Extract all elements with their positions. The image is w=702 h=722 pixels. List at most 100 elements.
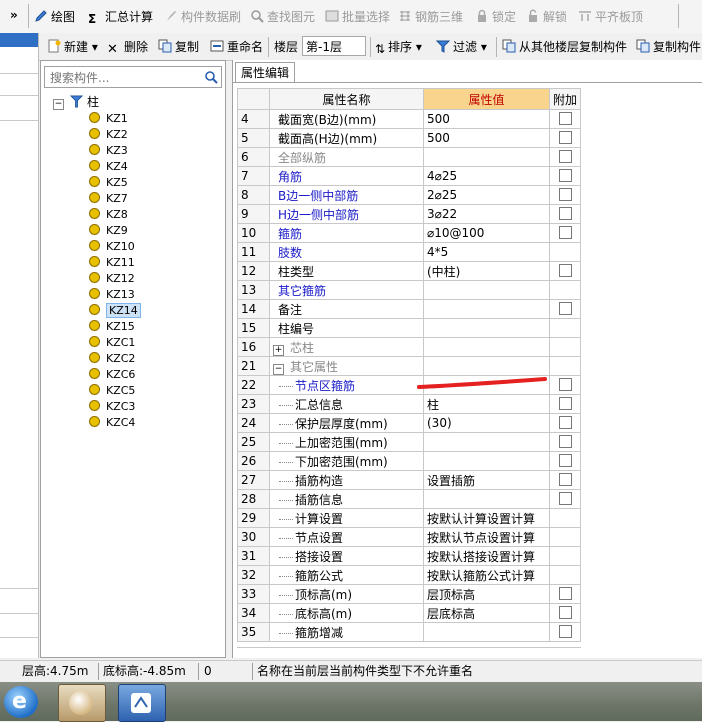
property-value-cell[interactable]: 2⌀25 [423,185,550,205]
extra-checkbox[interactable] [558,226,572,239]
property-value-cell[interactable] [423,337,550,357]
extra-checkbox[interactable] [558,264,572,277]
extra-checkbox[interactable] [558,150,572,163]
property-value-cell[interactable]: (30) [423,413,550,433]
lock-button[interactable]: 锁定 [475,8,516,26]
draw-button[interactable]: 绘图 [34,8,75,26]
copy-component-button[interactable]: 复制构件 [636,38,701,56]
property-row[interactable]: 13 其它箍筋 [237,280,582,300]
delete-button[interactable]: ✕ 删除 [107,38,148,57]
property-value-cell[interactable] [423,356,550,376]
property-row[interactable]: 8 B边一侧中部筋 2⌀25 [237,185,582,205]
property-value-cell[interactable]: 4*5 [423,242,550,262]
tree-item[interactable]: KZ5 [89,175,128,190]
property-row[interactable]: 30 节点设置 按默认节点设置计算 [237,527,582,547]
extra-checkbox[interactable] [558,302,572,315]
property-row[interactable]: 29 计算设置 按默认计算设置计算 [237,508,582,528]
tree-item[interactable]: KZ3 [89,143,128,158]
extra-checkbox[interactable] [558,587,572,600]
property-value-cell[interactable]: 层顶标高 [423,584,550,604]
property-value-cell[interactable] [423,451,550,471]
property-value-cell[interactable]: 按默认计算设置计算 [423,508,550,528]
property-value-cell[interactable] [423,489,550,509]
property-row[interactable]: 34 底标高(m) 层底标高 [237,603,582,623]
property-value-cell[interactable]: 3⌀22 [423,204,550,224]
extra-checkbox[interactable] [558,207,572,220]
browser-taskbar-icon[interactable]: e [4,686,38,718]
navigation-panel-strip[interactable] [0,33,39,658]
extra-checkbox[interactable] [558,112,572,125]
tree-item[interactable]: KZC1 [89,335,135,350]
tree-item[interactable]: KZ9 [89,223,128,238]
property-row[interactable]: 16 + 芯柱 [237,337,582,357]
property-row[interactable]: 35 箍筋增减 [237,622,582,642]
tree-item[interactable]: KZ7 [89,191,128,206]
new-button[interactable]: 新建 ▾ [47,38,98,56]
rename-button[interactable]: 重命名 [210,38,263,56]
tree-root-column[interactable]: − 柱 [53,95,99,110]
tree-item[interactable]: KZC2 [89,351,135,366]
batch-select-button[interactable]: 批量选择 [325,8,390,26]
tree-item[interactable]: KZ11 [89,255,135,270]
find-element-button[interactable]: 查找图元 [250,8,315,26]
unlock-button[interactable]: 解锁 [526,8,567,26]
collapse-icon[interactable]: − [53,99,64,110]
property-row[interactable]: 6 全部纵筋 [237,147,582,167]
tree-item[interactable]: KZC4 [89,415,135,430]
property-row[interactable]: 27 插筋构造 设置插筋 [237,470,582,490]
property-row[interactable]: 31 搭接设置 按默认搭接设置计算 [237,546,582,566]
toolbar-overflow-button[interactable]: » [10,6,18,24]
tree-item[interactable]: KZC6 [89,367,135,382]
extra-checkbox[interactable] [558,606,572,619]
property-row[interactable]: 25 上加密范围(mm) [237,432,582,452]
property-value-cell[interactable]: 设置插筋 [423,470,550,490]
property-value-cell[interactable]: 柱 [423,394,550,414]
search-input[interactable] [48,68,202,88]
tree-item[interactable]: KZ8 [89,207,128,222]
property-row[interactable]: 21− 其它属性 [237,356,582,376]
property-row[interactable]: 12 柱类型 (中柱) [237,261,582,281]
extra-checkbox[interactable] [558,473,572,486]
property-value-cell[interactable] [423,147,550,167]
extra-checkbox[interactable] [558,188,572,201]
property-row[interactable]: 26 下加密范围(mm) [237,451,582,471]
extra-checkbox[interactable] [558,492,572,505]
property-value-cell[interactable]: 层底标高 [423,603,550,623]
property-value-cell[interactable]: ⌀10@100 [423,223,550,243]
tree-item[interactable]: KZC5 [89,383,135,398]
property-row[interactable]: 24 保护层厚度(mm) (30) [237,413,582,433]
property-row[interactable]: 4 截面宽(B边)(mm) 500 [237,109,582,129]
property-row[interactable]: 14 备注 [237,299,582,319]
tree-item[interactable]: KZ14 [89,303,141,318]
floor-select[interactable]: 第-1层 [302,36,366,56]
property-value-cell[interactable] [423,280,550,300]
extra-checkbox[interactable] [558,416,572,429]
tree-item[interactable]: KZ13 [89,287,135,302]
app-taskbar-button[interactable] [58,684,106,722]
search-box[interactable] [44,66,222,88]
gtj-taskbar-button[interactable] [118,684,166,722]
property-value-cell[interactable]: 按默认搭接设置计算 [423,546,550,566]
property-value-cell[interactable]: (中柱) [423,261,550,281]
property-row[interactable]: 9 H边一侧中部筋 3⌀22 [237,204,582,224]
extra-checkbox[interactable] [558,378,572,391]
copy-from-other-floor-button[interactable]: 从其他楼层复制构件 [502,38,627,56]
property-row[interactable]: 32 箍筋公式 按默认箍筋公式计算 [237,565,582,585]
tree-item[interactable]: KZ2 [89,127,128,142]
search-icon[interactable] [204,70,218,84]
extra-checkbox[interactable] [558,131,572,144]
sort-button[interactable]: ⇅ 排序 ▾ [375,38,422,56]
extra-checkbox[interactable] [558,435,572,448]
collapse-icon[interactable]: − [273,363,284,375]
property-value-cell[interactable] [423,622,550,642]
property-value-cell[interactable]: 按默认节点设置计算 [423,527,550,547]
tree-item[interactable]: KZ10 [89,239,135,254]
tree-item[interactable]: KZC3 [89,399,135,414]
extra-checkbox[interactable] [558,454,572,467]
tree-item[interactable]: KZ12 [89,271,135,286]
property-value-cell[interactable]: 500 [423,109,550,129]
property-value-cell[interactable] [423,318,550,338]
tree-item[interactable]: KZ1 [89,111,128,126]
extra-checkbox[interactable] [558,169,572,182]
property-row[interactable]: 15 柱编号 [237,318,582,338]
